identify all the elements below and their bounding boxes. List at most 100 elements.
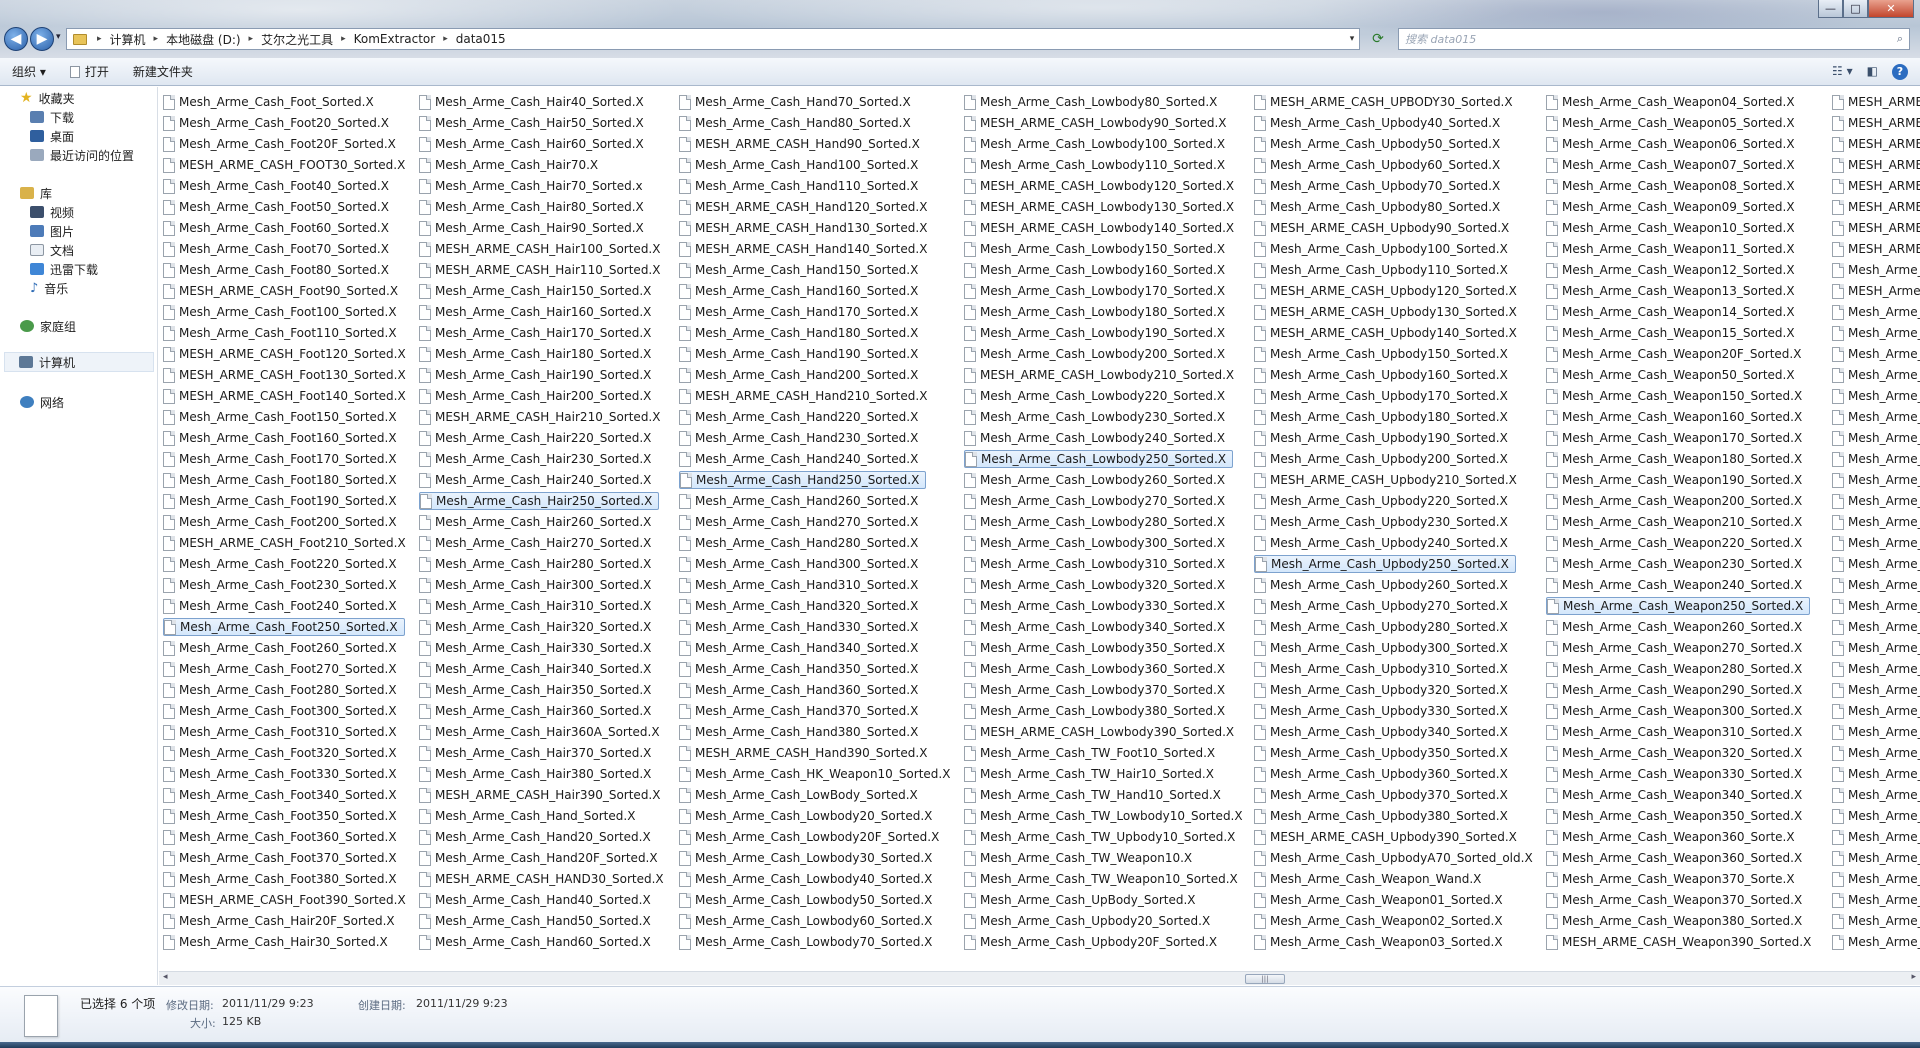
file-item[interactable]: Mesh_Arme_ <box>1832 576 1920 594</box>
breadcrumb-drive-d[interactable]: 本地磁盘 (D:) <box>162 31 244 48</box>
file-item[interactable]: Mesh_Arme_Cash_Hair280_Sorted.X <box>419 555 657 573</box>
file-item[interactable]: Mesh_Arme_ <box>1832 828 1920 846</box>
file-item[interactable]: Mesh_Arme_Cash_Foot360_Sorted.X <box>163 828 403 846</box>
scroll-thumb[interactable]: ||| <box>1245 974 1285 984</box>
file-item[interactable]: Mesh_Arme_Cash_Upbody200_Sorted.X <box>1254 450 1514 468</box>
file-item[interactable]: Mesh_Arme_Cash_Upbody380_Sorted.X <box>1254 807 1514 825</box>
file-item[interactable]: Mesh_Arme_Cash_Hair170_Sorted.X <box>419 324 657 342</box>
nav-thunder[interactable]: 迅雷下载 <box>30 259 98 279</box>
file-item[interactable]: Mesh_Arme_Cash_TW_Lowbody10_Sorted.X <box>964 807 1249 825</box>
recent-pages-dropdown[interactable]: ▾ <box>56 32 61 42</box>
file-item[interactable]: Mesh_Arme_Cash_UpBody_Sorted.X <box>964 891 1202 909</box>
breadcrumb-separator[interactable]: ▸ <box>93 34 106 44</box>
file-item[interactable]: Mesh_Arme_Cash_Hair190_Sorted.X <box>419 366 657 384</box>
file-item[interactable]: Mesh_Arme_Cash_Hair20F_Sorted.X <box>163 912 401 930</box>
nav-music[interactable]: ♪ 音乐 <box>30 278 68 298</box>
file-item[interactable]: Mesh_Arme_Cash_Lowbody370_Sorted.X <box>964 681 1231 699</box>
file-item[interactable]: Mesh_Arme_Cash_Hand40_Sorted.X <box>419 891 657 909</box>
file-item[interactable]: Mesh_Arme_Cash_Weapon15_Sorted.X <box>1546 324 1801 342</box>
file-item[interactable]: Mesh_Arme_Cash_Hair220_Sorted.X <box>419 429 657 447</box>
file-item[interactable]: Mesh_Arme_Cash_Hair380_Sorted.X <box>419 765 657 783</box>
file-item[interactable]: Mesh_Arme_Cash_Hand230_Sorted.X <box>679 429 924 447</box>
file-item[interactable]: Mesh_Arme_ <box>1832 492 1920 510</box>
file-item[interactable]: Mesh_Arme_ <box>1832 807 1920 825</box>
file-item[interactable]: Mesh_Arme_Cash_Lowbody100_Sorted.X <box>964 135 1231 153</box>
file-item[interactable]: Mesh_Arme_Cash_Lowbody50_Sorted.X <box>679 891 938 909</box>
file-item[interactable]: Mesh_Arme_Cash_Lowbody170_Sorted.X <box>964 282 1231 300</box>
file-item[interactable]: Mesh_Arme_Cash_Upbody300_Sorted.X <box>1254 639 1514 657</box>
file-item[interactable]: MESH_ARME_CASH_Upbody120_Sorted.X <box>1254 282 1523 300</box>
file-item[interactable]: Mesh_Arme_Cash_Lowbody160_Sorted.X <box>964 261 1231 279</box>
breadcrumb-data015[interactable]: data015 <box>452 32 510 46</box>
file-item[interactable]: Mesh_Arme_Cash_Lowbody60_Sorted.X <box>679 912 938 930</box>
file-item[interactable]: Mesh_Arme_Cash_Hair310_Sorted.X <box>419 597 657 615</box>
file-item[interactable]: Mesh_Arme_Cash_Weapon03_Sorted.X <box>1254 933 1509 951</box>
file-item[interactable]: Mesh_Arme_Cash_Hair80_Sorted.X <box>419 198 650 216</box>
file-item[interactable]: Mesh_Arme_Cash_Weapon370_Sorte.X <box>1546 870 1801 888</box>
file-item[interactable]: MESH_ARME_CASH_FOOT30_Sorted.X <box>163 156 411 174</box>
file-item[interactable]: MESH_ARME_CASH_Hair100_Sorted.X <box>419 240 666 258</box>
file-item[interactable]: Mesh_Arme_Cash_Hand360_Sorted.X <box>679 681 924 699</box>
file-item[interactable]: Mesh_Arme_Cash_Hair350_Sorted.X <box>419 681 657 699</box>
file-item[interactable]: MESH_ARME <box>1832 240 1920 258</box>
file-item[interactable]: Mesh_Arme_Cash_Weapon07_Sorted.X <box>1546 156 1801 174</box>
file-item[interactable]: Mesh_Arme_Cash_Upbody150_Sorted.X <box>1254 345 1514 363</box>
file-item[interactable]: Mesh_Arme_Cash_Upbody270_Sorted.X <box>1254 597 1514 615</box>
file-item[interactable]: MESH_ARME_CASH_Upbody90_Sorted.X <box>1254 219 1515 237</box>
file-item[interactable]: Mesh_Arme_Cash_Hair60_Sorted.X <box>419 135 650 153</box>
file-item[interactable]: Mesh_Arme_Cash_Hand80_Sorted.X <box>679 114 917 132</box>
file-item[interactable]: Mesh_Arme_Cash_Foot40_Sorted.X <box>163 177 395 195</box>
file-item[interactable]: Mesh_Arme_Cash_Upbody250_Sorted.X <box>1254 555 1516 573</box>
file-item[interactable]: Mesh_Arme_Cash_Hair160_Sorted.X <box>419 303 657 321</box>
file-item[interactable]: Mesh_Arme_Cash_Hair270_Sorted.X <box>419 534 657 552</box>
file-item[interactable]: Mesh_Arme_Cash_Foot180_Sorted.X <box>163 471 403 489</box>
file-item[interactable]: Mesh_Arme_Cash_Lowbody80_Sorted.X <box>964 93 1223 111</box>
address-dropdown-icon[interactable]: ▾ <box>1345 34 1359 44</box>
file-item[interactable]: Mesh_Arme_Cash_Hair70.X <box>419 156 604 174</box>
file-item[interactable]: Mesh_Arme_Cash_Weapon290_Sorted.X <box>1546 681 1808 699</box>
file-item[interactable]: Mesh_Arme_Cash_Weapon_Wand.X <box>1254 870 1487 888</box>
file-item[interactable]: Mesh_Arme_ <box>1832 429 1920 447</box>
nav-favorites[interactable]: ★ 收藏夹 <box>20 88 75 108</box>
file-item[interactable]: Mesh_Arme_Cash_Foot190_Sorted.X <box>163 492 403 510</box>
file-item[interactable]: Mesh_Arme_Cash_LowBody_Sorted.X <box>679 786 924 804</box>
address-bar[interactable]: ▸ 计算机 ▸ 本地磁盘 (D:) ▸ 艾尔之光工具 ▸ KomExtracto… <box>66 28 1360 50</box>
file-item[interactable]: Mesh_Arme_Cash_TW_Hand10_Sorted.X <box>964 786 1227 804</box>
file-item[interactable]: Mesh_Arme_Cash_Lowbody330_Sorted.X <box>964 597 1231 615</box>
file-item[interactable]: Mesh_Arme_Cash_Weapon310_Sorted.X <box>1546 723 1808 741</box>
file-item[interactable]: Mesh_Arme_Cash_Upbody60_Sorted.X <box>1254 156 1506 174</box>
file-item[interactable]: Mesh_Arme_Cash_Foot270_Sorted.X <box>163 660 403 678</box>
file-item[interactable]: Mesh_Arme_ <box>1832 912 1920 930</box>
close-button[interactable]: ✕ <box>1868 0 1914 18</box>
file-item[interactable]: Mesh_Arme_ <box>1832 345 1920 363</box>
file-item[interactable]: Mesh_Arme_ <box>1832 597 1920 615</box>
file-item[interactable]: Mesh_Arme_Cash_Weapon220_Sorted.X <box>1546 534 1808 552</box>
file-item[interactable]: Mesh_Arme_Cash_Foot300_Sorted.X <box>163 702 403 720</box>
file-item[interactable]: MESH_ARME_CASH_Hair110_Sorted.X <box>419 261 666 279</box>
nav-downloads[interactable]: 下载 <box>30 107 74 127</box>
breadcrumb-computer[interactable]: 计算机 <box>106 31 150 48</box>
file-item[interactable]: Mesh_Arme_Cash_Foot240_Sorted.X <box>163 597 403 615</box>
file-item[interactable]: Mesh_Arme_Cash_Upbody50_Sorted.X <box>1254 135 1506 153</box>
view-options-icon[interactable]: ☷ ▾ <box>1832 64 1853 80</box>
file-item[interactable]: MESH_ARME_CASH_Hand140_Sorted.X <box>679 240 933 258</box>
file-item[interactable]: MESH_ARME_CASH_Upbody140_Sorted.X <box>1254 324 1523 342</box>
file-item[interactable]: Mesh_Arme_Cash_Hair40_Sorted.X <box>419 93 650 111</box>
file-item[interactable]: MESH_ARME_CASH_Foot120_Sorted.X <box>163 345 412 363</box>
file-item[interactable]: MESH_ARME_CASH_Hand210_Sorted.X <box>679 387 933 405</box>
file-item[interactable]: Mesh_Arme_Cash_Foot70_Sorted.X <box>163 240 395 258</box>
file-item[interactable]: Mesh_Arme_Cash_Foot250_Sorted.X <box>163 618 405 636</box>
file-item[interactable]: Mesh_Arme_Cash_Weapon150_Sorted.X <box>1546 387 1808 405</box>
file-item[interactable]: Mesh_Arme_Cash_Weapon300_Sorted.X <box>1546 702 1808 720</box>
file-item[interactable]: Mesh_Arme_Cash_Weapon360_Sorte.X <box>1546 828 1801 846</box>
breadcrumb-tools[interactable]: 艾尔之光工具 <box>257 31 337 48</box>
file-item[interactable]: Mesh_Arme_Cash_Weapon350_Sorted.X <box>1546 807 1808 825</box>
file-item[interactable]: Mesh_Arme_Cash_Weapon04_Sorted.X <box>1546 93 1801 111</box>
file-item[interactable]: Mesh_Arme_Cash_Hand60_Sorted.X <box>419 933 657 951</box>
file-item[interactable]: Mesh_Arme_Cash_Hair200_Sorted.X <box>419 387 657 405</box>
file-item[interactable]: Mesh_Arme_Cash_Upbody80_Sorted.X <box>1254 198 1506 216</box>
file-item[interactable]: Mesh_Arme_Cash_TW_Foot10_Sorted.X <box>964 744 1221 762</box>
file-item[interactable]: Mesh_Arme_Cash_Hair180_Sorted.X <box>419 345 657 363</box>
file-item[interactable]: MESH_ARME_CASH_Foot210_Sorted.X <box>163 534 412 552</box>
file-item[interactable]: Mesh_Arme_Cash_Hand260_Sorted.X <box>679 492 924 510</box>
